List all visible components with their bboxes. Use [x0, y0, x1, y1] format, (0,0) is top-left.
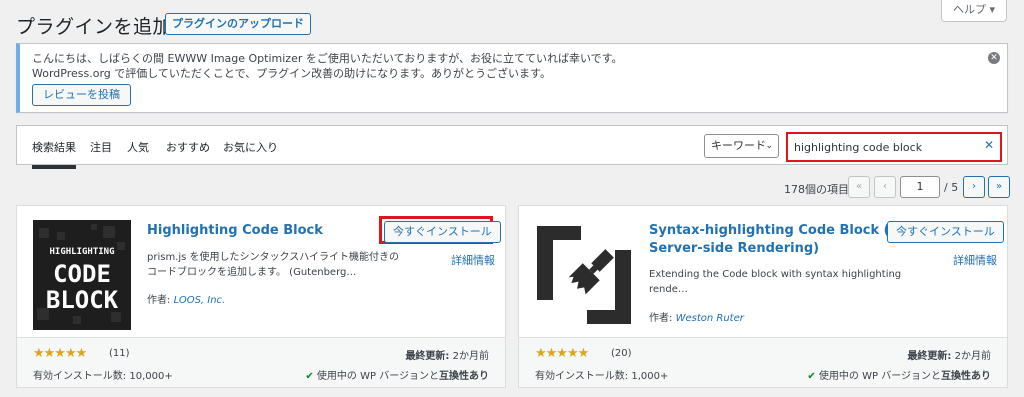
plugin-description: prism.js を使用したシンタックスハイライト機能付きの コードブロックを追… — [147, 250, 399, 280]
plugin-title[interactable]: Syntax-highlighting Code Block (with Ser… — [649, 222, 922, 258]
notice-line-2: WordPress.org で評価していただくことで、プラグイン改善の助けになり… — [32, 67, 551, 80]
notice-text: こんにちは、しばらくの間 EWWW Image Optimizer をご使用いた… — [32, 51, 623, 81]
plugin-thumbnail[interactable] — [535, 220, 633, 330]
page-title: プラグインを追加 — [16, 16, 173, 38]
thumb-line-2: CODE — [53, 260, 111, 288]
last-updated: 最終更新: 2か月前 — [405, 347, 489, 362]
more-details-link[interactable]: 詳細情報 — [953, 252, 997, 268]
prev-page-button[interactable]: ‹ — [874, 176, 896, 198]
chevron-down-icon: ⌄ — [765, 141, 773, 151]
help-button[interactable]: ヘルプ ▾ — [941, 0, 1007, 22]
thumb-line-3: BLOCK — [46, 286, 119, 314]
upload-plugin-button[interactable]: プラグインのアップロード — [165, 13, 311, 35]
compatibility: ✔ 使用中の WP バージョンと互換性あり — [305, 367, 489, 382]
compat-text: 使用中の WP バージョンと — [316, 371, 439, 382]
last-updated-value: 2か月前 — [452, 351, 489, 362]
total-pages: / 5 — [944, 181, 959, 194]
author-link[interactable]: LOOS, Inc. — [174, 295, 226, 306]
active-installs: 有効インストール数: 1,000+ — [535, 371, 669, 382]
last-updated: 最終更新: 2か月前 — [907, 347, 991, 362]
first-page-button[interactable]: « — [848, 176, 870, 198]
check-icon: ✔ — [807, 371, 816, 382]
tab-favorites[interactable]: お気に入り — [223, 139, 278, 155]
plugin-title-line-1: Syntax-highlighting Code Block (with — [649, 223, 922, 238]
tab-featured[interactable]: 注目 — [90, 139, 112, 155]
plugin-author: 作者: LOOS, Inc. — [147, 291, 225, 306]
description-line-2: コードブロックを追加します。 (Gutenberg… — [147, 267, 357, 278]
plugin-title-line-2: Server-side Rendering) — [649, 241, 820, 256]
plugin-card: HIGHLIGHTING CODE BLOCK Highlighting Cod… — [16, 205, 506, 388]
item-count: 178個の項目 — [784, 183, 849, 196]
active-installs: 有効インストール数: 10,000+ — [33, 371, 173, 382]
search-type-select[interactable]: キーワード ⌄ — [704, 134, 779, 158]
description-line-1: Extending the Code block with syntax hig… — [649, 269, 902, 280]
post-review-button[interactable]: レビューを投稿 — [32, 84, 131, 106]
compat-text: 使用中の WP バージョンと — [818, 371, 941, 382]
plugin-thumbnail[interactable]: HIGHLIGHTING CODE BLOCK — [33, 220, 131, 330]
description-line-2: rende… — [649, 284, 688, 295]
compatibility: ✔ 使用中の WP バージョンと互換性あり — [807, 367, 991, 382]
plugin-search-input[interactable] — [790, 136, 984, 158]
star-rating-icon: ★★★★★ — [33, 346, 87, 361]
next-page-button[interactable]: › — [963, 176, 985, 198]
plugin-filter-bar: 検索結果 注目 人気 おすすめ お気に入り キーワード ⌄ ✕ — [16, 125, 1008, 169]
last-page-button[interactable]: » — [988, 176, 1010, 198]
author-label: 作者: — [147, 295, 171, 306]
description-line-1: prism.js を使用したシンタックスハイライト機能付きの — [147, 252, 400, 263]
last-updated-value: 2か月前 — [954, 351, 991, 362]
check-icon: ✔ — [305, 371, 314, 382]
current-page-input[interactable]: 1 — [900, 176, 940, 198]
search-highlight-box: ✕ — [786, 132, 1002, 162]
review-notice: こんにちは、しばらくの間 EWWW Image Optimizer をご使用いた… — [16, 43, 1008, 113]
plugin-title[interactable]: Highlighting Code Block — [147, 222, 323, 240]
install-now-button[interactable]: 今すぐインストール — [384, 221, 501, 243]
install-now-button[interactable]: 今すぐインストール — [887, 221, 1004, 243]
clear-search-icon[interactable]: ✕ — [984, 138, 994, 152]
compat-bold: 互換性あり — [439, 371, 489, 382]
rating-count[interactable]: (11) — [109, 348, 130, 359]
notice-line-1: こんにちは、しばらくの間 EWWW Image Optimizer をご使用いた… — [32, 52, 623, 65]
plugin-card-footer: ★★★★★ (11) 有効インストール数: 10,000+ 最終更新: 2か月前… — [17, 337, 505, 387]
author-link[interactable]: Weston Ruter — [676, 313, 744, 324]
tab-recommended[interactable]: おすすめ — [166, 139, 210, 155]
plugin-description: Extending the Code block with syntax hig… — [649, 267, 901, 297]
rating-count[interactable]: (20) — [611, 348, 632, 359]
plugin-card-footer: ★★★★★ (20) 有効インストール数: 1,000+ 最終更新: 2か月前 … — [519, 337, 1007, 387]
author-label: 作者: — [649, 313, 673, 324]
search-type-value: キーワード — [711, 139, 766, 152]
tab-search-results[interactable]: 検索結果 — [32, 139, 76, 169]
compat-bold: 互換性あり — [941, 371, 991, 382]
plugin-author: 作者: Weston Ruter — [649, 309, 744, 324]
plugin-card: Syntax-highlighting Code Block (with Ser… — [518, 205, 1008, 388]
more-details-link[interactable]: 詳細情報 — [451, 252, 495, 268]
last-updated-label: 最終更新: — [405, 351, 450, 362]
star-rating-icon: ★★★★★ — [535, 346, 589, 361]
dismiss-icon[interactable]: ✕ — [988, 52, 1000, 64]
thumb-line-1: HIGHLIGHTING — [49, 247, 114, 257]
tab-popular[interactable]: 人気 — [127, 139, 149, 155]
last-updated-label: 最終更新: — [907, 351, 952, 362]
